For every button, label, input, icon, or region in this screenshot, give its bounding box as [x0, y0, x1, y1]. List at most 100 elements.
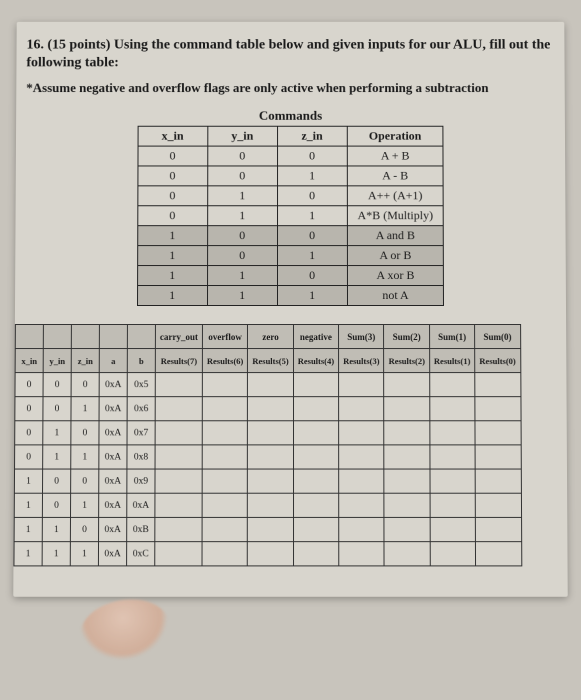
ans-blank-cell	[339, 445, 385, 469]
ans-sub-h-7: Results(5)	[248, 349, 293, 373]
commands-row: 111not A	[137, 286, 444, 306]
ans-blank-cell	[202, 445, 248, 469]
ans-cell-z: 0	[70, 518, 98, 542]
ans-cell-b: 0xC	[127, 542, 155, 566]
ans-top-h-0	[15, 325, 43, 349]
commands-cell-op: A - B	[347, 166, 443, 186]
commands-cell-y: 0	[207, 146, 277, 166]
ans-cell-z: 0	[71, 421, 99, 445]
ans-cell-a: 0xA	[99, 421, 127, 445]
commands-cell-op: A++ (A+1)	[347, 186, 443, 206]
commands-cell-op: A + B	[347, 146, 443, 166]
ans-cell-a: 0xA	[99, 445, 127, 469]
ans-blank-cell	[384, 469, 430, 493]
ans-cell-z: 1	[70, 542, 98, 566]
ans-blank-cell	[475, 445, 521, 469]
commands-cell-y: 1	[207, 186, 277, 206]
answer-top-header: carry_outoverflowzeronegativeSum(3)Sum(2…	[15, 325, 520, 349]
commands-cell-z: 0	[277, 186, 347, 206]
commands-row: 100A and B	[137, 226, 443, 246]
ans-blank-cell	[202, 397, 247, 421]
ans-cell-y: 1	[43, 445, 71, 469]
ans-blank-cell	[384, 397, 430, 421]
ans-blank-cell	[475, 397, 521, 421]
commands-cell-y: 1	[207, 206, 277, 226]
commands-cell-z: 0	[277, 226, 347, 246]
ans-blank-cell	[155, 421, 202, 445]
ans-cell-b: 0x9	[127, 469, 155, 493]
ans-blank-cell	[202, 373, 247, 397]
ans-blank-cell	[339, 397, 384, 421]
ans-blank-cell	[155, 542, 202, 566]
commands-cell-x: 1	[137, 266, 207, 286]
ans-cell-a: 0xA	[99, 397, 127, 421]
ans-sub-h-6: Results(6)	[202, 349, 247, 373]
ans-sub-h-0: x_in	[15, 349, 43, 373]
ans-blank-cell	[475, 469, 521, 493]
cmd-h-xin: x_in	[138, 127, 208, 147]
ans-blank-cell	[430, 421, 476, 445]
ans-blank-cell	[248, 445, 294, 469]
ans-cell-b: 0x6	[127, 397, 155, 421]
ans-blank-cell	[339, 518, 385, 542]
worksheet-page: 16. (15 points) Using the command table …	[13, 22, 567, 597]
ans-blank-cell	[430, 469, 476, 493]
ans-blank-cell	[155, 397, 202, 421]
ans-blank-cell	[430, 494, 476, 518]
ans-blank-cell	[155, 469, 202, 493]
ans-cell-y: 1	[42, 542, 70, 566]
ans-cell-z: 1	[70, 494, 98, 518]
ans-cell-a: 0xA	[99, 469, 127, 493]
ans-cell-z: 1	[71, 445, 99, 469]
ans-blank-cell	[293, 542, 339, 566]
ans-sub-h-9: Results(3)	[339, 349, 384, 373]
commands-cell-x: 0	[138, 166, 208, 186]
commands-cell-x: 1	[137, 246, 207, 266]
ans-cell-x: 1	[14, 469, 42, 493]
question-note: *Assume negative and overflow flags are …	[26, 81, 555, 97]
question-points: (15 points)	[47, 38, 110, 53]
ans-blank-cell	[293, 373, 338, 397]
commands-row: 000A + B	[138, 146, 444, 166]
ans-cell-x: 0	[15, 421, 43, 445]
ans-top-h-8: negative	[293, 325, 338, 349]
commands-cell-z: 0	[277, 266, 347, 286]
ans-blank-cell	[384, 445, 430, 469]
ans-top-h-1	[43, 325, 71, 349]
ans-top-h-11: Sum(1)	[429, 325, 474, 349]
ans-blank-cell	[248, 397, 293, 421]
ans-cell-y: 1	[43, 421, 71, 445]
ans-cell-x: 0	[15, 397, 43, 421]
commands-cell-op: not A	[347, 286, 444, 306]
ans-blank-cell	[430, 542, 476, 566]
commands-row: 010A++ (A+1)	[137, 186, 443, 206]
commands-cell-z: 1	[277, 166, 347, 186]
ans-blank-cell	[384, 373, 429, 397]
answer-sub-header: x_iny_inz_inabResults(7)Results(6)Result…	[15, 349, 520, 373]
commands-cell-x: 1	[137, 286, 207, 306]
ans-blank-cell	[475, 494, 521, 518]
commands-cell-z: 1	[277, 286, 347, 306]
ans-sub-h-12: Results(0)	[475, 349, 521, 373]
ans-blank-cell	[475, 373, 521, 397]
ans-blank-cell	[476, 518, 522, 542]
ans-sub-h-11: Results(1)	[429, 349, 474, 373]
commands-row: 101A or B	[137, 246, 443, 266]
ans-sub-h-10: Results(2)	[384, 349, 429, 373]
ans-cell-a: 0xA	[99, 494, 127, 518]
ans-top-h-9: Sum(3)	[339, 325, 384, 349]
ans-cell-x: 0	[15, 445, 43, 469]
ans-sub-h-5: Results(7)	[155, 349, 202, 373]
commands-row: 011A*B (Multiply)	[137, 206, 443, 226]
ans-cell-b: 0x8	[127, 445, 155, 469]
ans-cell-a: 0xA	[98, 542, 126, 566]
cmd-h-zin: z_in	[277, 127, 347, 147]
ans-blank-cell	[248, 494, 294, 518]
ans-blank-cell	[248, 373, 293, 397]
commands-cell-y: 0	[207, 226, 277, 246]
answer-row: 1000xA0x9	[14, 469, 521, 493]
ans-blank-cell	[430, 397, 476, 421]
ans-top-h-4	[127, 325, 155, 349]
ans-blank-cell	[430, 445, 476, 469]
ans-top-h-7: zero	[248, 325, 293, 349]
